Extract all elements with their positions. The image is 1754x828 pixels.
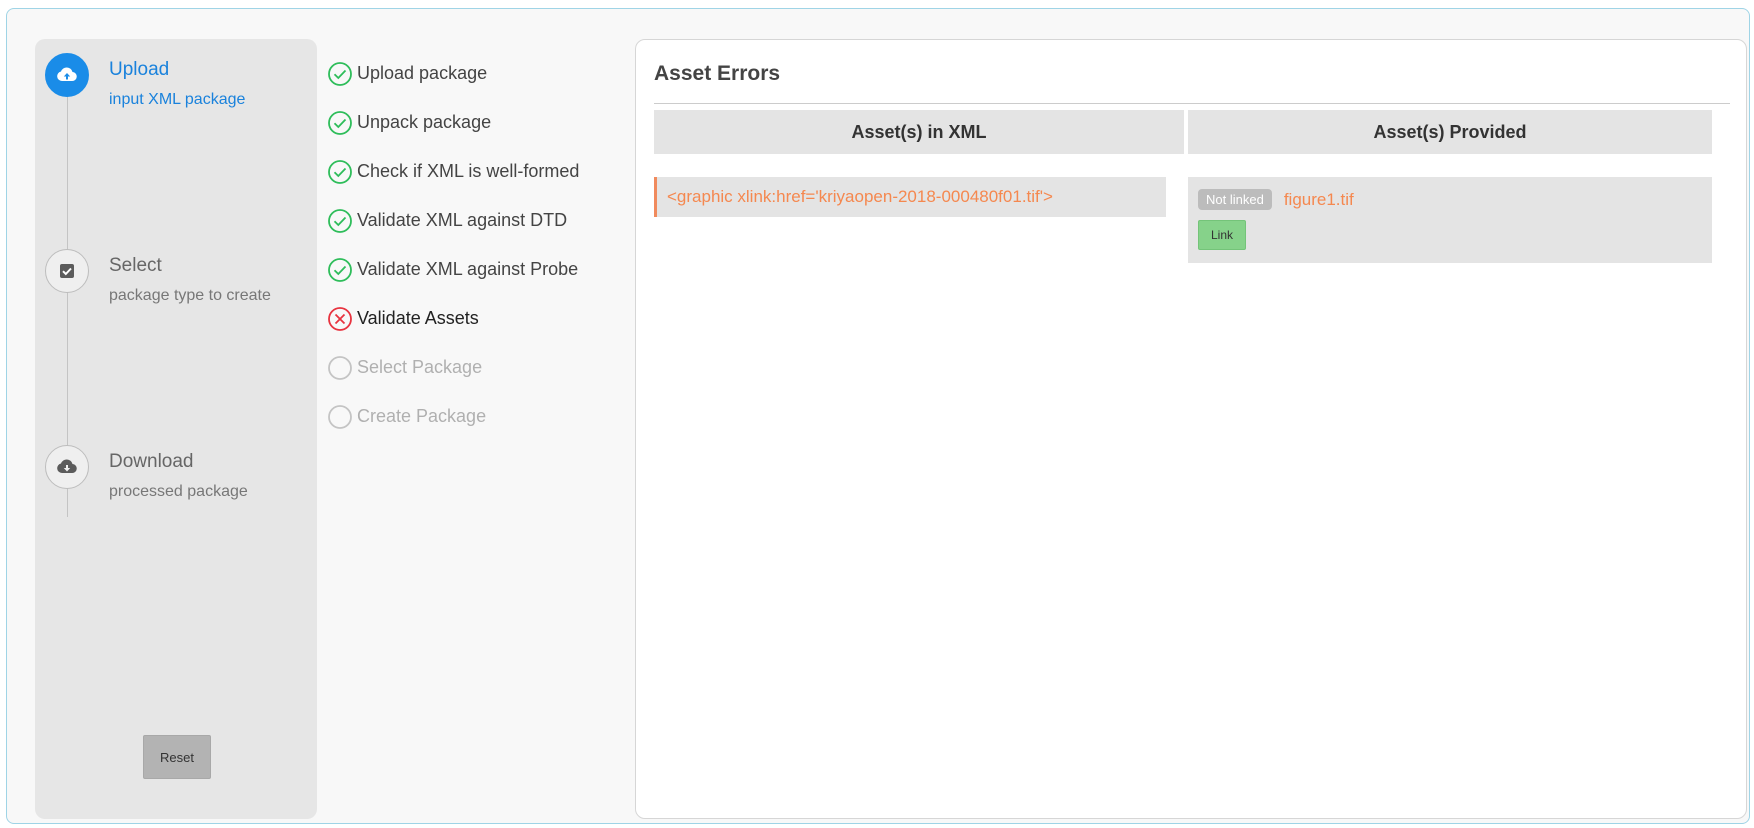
column-header-provided: Asset(s) Provided	[1188, 110, 1712, 154]
checklist-item: Validate XML against DTD	[327, 196, 579, 245]
step-upload-title: Upload	[109, 59, 170, 80]
link-button[interactable]: Link	[1198, 220, 1247, 250]
checklist-item: Validate XML against Probe	[327, 245, 579, 294]
step-download-subtitle: processed package	[109, 483, 248, 500]
check-circle-icon	[328, 110, 352, 135]
column-header-xml: Asset(s) in XML	[654, 110, 1184, 154]
panel-divider	[654, 103, 1730, 104]
checklist-label: Check if XML is well-formed	[357, 161, 580, 181]
step-download-title: Download	[109, 451, 194, 472]
step-select-title: Select	[109, 255, 162, 276]
cloud-upload-icon	[45, 53, 89, 97]
step-upload-subtitle: input XML package	[109, 91, 246, 108]
reset-button[interactable]: Reset	[143, 735, 211, 779]
checklist-item: Check if XML is well-formed	[327, 147, 579, 196]
check-circle-icon	[328, 208, 352, 233]
checklist-label: Upload package	[357, 63, 488, 83]
checklist-label: Validate Assets	[357, 308, 479, 328]
cloud-download-icon	[45, 445, 89, 489]
step-upload[interactable]: Upload input XML package	[45, 53, 245, 109]
checklist-label: Validate XML against Probe	[357, 259, 579, 279]
panel-title: Asset Errors	[654, 62, 781, 85]
checklist-label: Unpack package	[357, 112, 492, 132]
pending-circle-icon	[328, 404, 352, 429]
asset-errors-panel: Asset Errors Asset(s) in XML Asset(s) Pr…	[635, 39, 1747, 819]
validation-checklist: Upload package Unpack package Check if X…	[327, 49, 579, 441]
checklist-item: Select Package	[327, 343, 579, 392]
check-circle-icon	[328, 159, 352, 184]
step-select[interactable]: Select package type to create	[45, 249, 271, 305]
xml-asset-cell[interactable]: <graphic xlink:href='kriyaopen-2018-0004…	[654, 177, 1166, 217]
check-circle-icon	[328, 257, 352, 282]
checklist-item: Create Package	[327, 392, 579, 441]
provided-asset-cell: Not linked figure1.tif Link	[1188, 177, 1712, 263]
checklist-label: Create Package	[357, 406, 487, 426]
check-circle-icon	[328, 61, 352, 86]
checklist-label: Validate XML against DTD	[357, 210, 568, 230]
checkbox-icon	[45, 249, 89, 293]
step-download[interactable]: Download processed package	[45, 445, 248, 501]
error-circle-icon	[328, 306, 352, 331]
checklist-item: Validate Assets	[327, 294, 579, 343]
pending-circle-icon	[328, 355, 352, 380]
app-frame: Upload input XML package Select package …	[6, 8, 1750, 824]
checklist-item: Upload package	[327, 49, 579, 98]
status-badge: Not linked	[1198, 189, 1272, 210]
checklist-label: Select Package	[357, 357, 483, 377]
checklist-item: Unpack package	[327, 98, 579, 147]
step-select-subtitle: package type to create	[109, 287, 271, 304]
provided-filename: figure1.tif	[1283, 189, 1354, 209]
stepper-panel: Upload input XML package Select package …	[35, 39, 317, 819]
